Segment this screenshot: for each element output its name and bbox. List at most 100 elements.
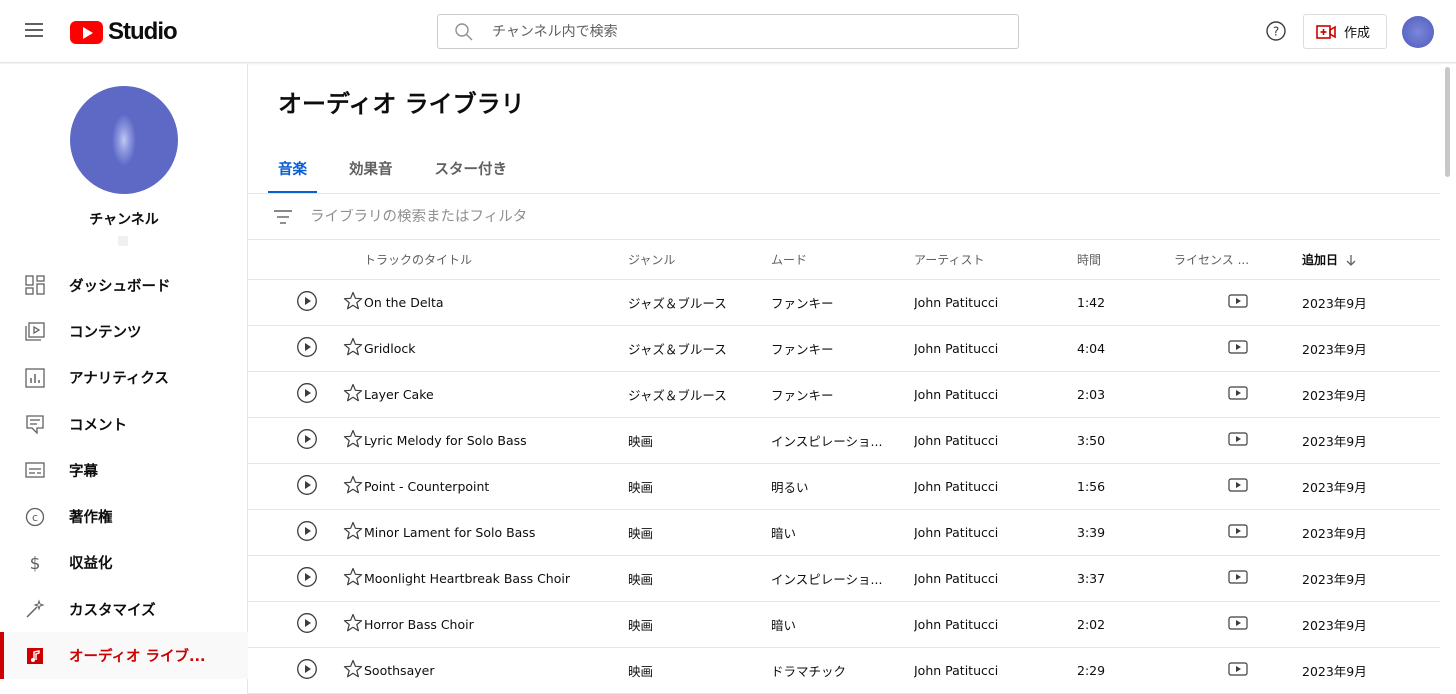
sidebar-item-monetization[interactable]: $ 収益化 <box>0 540 248 586</box>
play-icon[interactable] <box>296 290 318 315</box>
play-icon[interactable] <box>296 566 318 591</box>
license-video-icon[interactable] <box>1228 432 1248 449</box>
col-genre-header[interactable]: ジャンル <box>628 251 771 268</box>
track-artist: John Patitucci <box>914 433 999 448</box>
top-bar: Studio ? 作成 <box>0 0 1456 63</box>
play-icon[interactable] <box>296 474 318 499</box>
sort-down-arrow-icon[interactable] <box>1344 253 1358 267</box>
track-added-date: 2023年9月 <box>1302 342 1367 357</box>
col-title-header[interactable]: トラックのタイトル <box>364 251 628 268</box>
track-added-date: 2023年9月 <box>1302 388 1367 403</box>
license-video-icon[interactable] <box>1228 662 1248 679</box>
sidebar-item-subtitles[interactable]: 字幕 <box>0 447 248 493</box>
scroll-thumb[interactable] <box>1445 67 1450 177</box>
col-license-header[interactable]: ライセンス ... <box>1174 251 1249 268</box>
sidebar-item-label: アナリティクス <box>69 371 169 388</box>
track-artist: John Patitucci <box>914 479 999 494</box>
license-video-icon[interactable] <box>1228 570 1248 587</box>
filter-input[interactable] <box>310 208 910 225</box>
play-icon[interactable] <box>296 658 318 683</box>
track-duration: 1:56 <box>1077 479 1106 494</box>
sidebar-item-copyright[interactable]: c 著作権 <box>0 493 248 539</box>
track-artist: John Patitucci <box>914 387 999 402</box>
channel-search[interactable] <box>437 14 1019 49</box>
track-mood: ファンキー <box>771 296 834 311</box>
star-icon[interactable] <box>342 382 364 407</box>
content-icon <box>25 322 45 342</box>
play-icon[interactable] <box>296 612 318 637</box>
star-icon[interactable] <box>342 474 364 499</box>
analytics-icon <box>25 368 45 388</box>
track-title: Horror Bass Choir <box>364 617 474 632</box>
track-artist: John Patitucci <box>914 571 999 586</box>
search-input[interactable] <box>492 23 992 40</box>
library-filter[interactable] <box>248 194 1440 240</box>
track-duration: 3:50 <box>1077 433 1106 448</box>
sidebar-item-content[interactable]: コンテンツ <box>0 308 248 354</box>
tab-sound-effects[interactable]: 効果音 <box>349 152 393 194</box>
create-button[interactable]: 作成 <box>1303 14 1387 49</box>
table-row[interactable]: Horror Bass Choir 映画 暗い John Patitucci 2:02 2… <box>248 602 1440 648</box>
col-duration-header[interactable]: 時間 <box>1077 251 1174 268</box>
account-avatar[interactable] <box>1402 16 1434 48</box>
table-row[interactable]: Lyric Melody for Solo Bass 映画 インスピレーショ... J… <box>248 418 1440 464</box>
license-video-icon[interactable] <box>1228 478 1248 495</box>
track-genre: 映画 <box>628 664 654 679</box>
studio-logo[interactable]: Studio <box>70 18 178 45</box>
scrollbar[interactable] <box>1440 64 1456 694</box>
sidebar-item-dashboard[interactable]: ダッシュボード <box>0 262 248 308</box>
license-video-icon[interactable] <box>1228 294 1248 311</box>
track-mood: 明るい <box>771 480 809 495</box>
star-icon[interactable] <box>342 612 364 637</box>
star-icon[interactable] <box>342 428 364 453</box>
track-duration: 2:02 <box>1077 617 1106 632</box>
svg-text:?: ? <box>1273 25 1279 39</box>
track-title: Moonlight Heartbreak Bass Choir <box>364 571 570 586</box>
table-row[interactable]: Soothsayer 映画 ドラマチック John Patitucci 2:29 2023… <box>248 648 1440 694</box>
hamburger-menu-icon[interactable] <box>22 20 46 42</box>
track-title: Minor Lament for Solo Bass <box>364 525 536 540</box>
track-title: Gridlock <box>364 341 416 356</box>
table-row[interactable]: Minor Lament for Solo Bass 映画 暗い John Patit… <box>248 510 1440 556</box>
track-mood: インスピレーショ... <box>771 434 883 449</box>
table-row[interactable]: Layer Cake ジャズ＆ブルース ファンキー John Patitucci 2:0… <box>248 372 1440 418</box>
sidebar-item-label: コンテンツ <box>69 324 142 341</box>
track-title: On the Delta <box>364 295 444 310</box>
table-row[interactable]: On the Delta ジャズ＆ブルース ファンキー John Patitucci 1… <box>248 280 1440 326</box>
track-mood: 暗い <box>771 618 797 633</box>
tab-music[interactable]: 音楽 <box>268 152 317 194</box>
license-video-icon[interactable] <box>1228 386 1248 403</box>
table-row[interactable]: Moonlight Heartbreak Bass Choir 映画 インスピレーシ… <box>248 556 1440 602</box>
star-icon[interactable] <box>342 658 364 683</box>
table-row[interactable]: Point - Counterpoint 映画 明るい John Patitucci 1… <box>248 464 1440 510</box>
youtube-logo-icon <box>70 20 103 44</box>
help-icon[interactable]: ? <box>1265 20 1287 42</box>
play-icon[interactable] <box>296 382 318 407</box>
star-icon[interactable] <box>342 290 364 315</box>
col-artist-header[interactable]: アーティスト <box>914 251 1077 268</box>
track-genre: 映画 <box>628 434 654 449</box>
sidebar-item-analytics[interactable]: アナリティクス <box>0 355 248 401</box>
svg-text:c: c <box>32 511 38 524</box>
play-icon[interactable] <box>296 520 318 545</box>
filter-icon[interactable] <box>274 209 292 224</box>
track-title: Lyric Melody for Solo Bass <box>364 433 527 448</box>
sidebar-item-customization[interactable]: カスタマイズ <box>0 586 248 632</box>
play-icon[interactable] <box>296 428 318 453</box>
sidebar-item-comments[interactable]: コメント <box>0 401 248 447</box>
tab-starred[interactable]: スター付き <box>435 152 508 194</box>
license-video-icon[interactable] <box>1228 524 1248 541</box>
play-icon[interactable] <box>296 336 318 361</box>
star-icon[interactable] <box>342 520 364 545</box>
track-mood: インスピレーショ... <box>771 572 883 587</box>
star-icon[interactable] <box>342 336 364 361</box>
star-icon[interactable] <box>342 566 364 591</box>
col-added-header[interactable]: 追加日 <box>1302 251 1338 268</box>
table-row[interactable]: Gridlock ジャズ＆ブルース ファンキー John Patitucci 4:04 2… <box>248 326 1440 372</box>
col-mood-header[interactable]: ムード <box>771 251 914 268</box>
svg-text:$: $ <box>30 554 41 573</box>
license-video-icon[interactable] <box>1228 340 1248 357</box>
sidebar-item-audio-library[interactable]: オーディオ ライブ... <box>0 632 248 679</box>
license-video-icon[interactable] <box>1228 616 1248 633</box>
channel-avatar[interactable] <box>70 86 178 194</box>
